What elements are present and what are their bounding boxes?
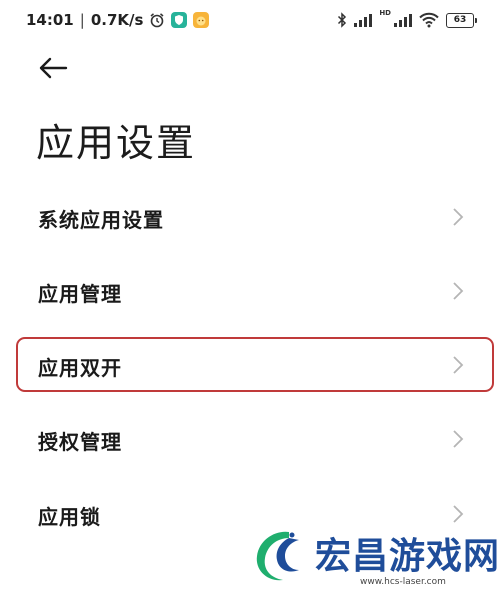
app-notification-icon [193, 12, 210, 28]
menu-item-label: 授权管理 [38, 430, 122, 454]
chevron-right-icon [453, 430, 464, 448]
watermark-url: www.hcs-laser.com [360, 577, 446, 587]
menu-item-label: 应用双开 [38, 356, 122, 380]
back-arrow-icon[interactable] [36, 54, 70, 82]
menu-item-label: 应用锁 [38, 505, 101, 529]
signal-icon [354, 13, 373, 27]
status-bar-right: HD 63 [337, 9, 477, 31]
hd-label: HD [379, 9, 391, 17]
dragon-logo-icon [256, 531, 299, 581]
alarm-icon [150, 13, 164, 28]
chevron-right-icon [453, 505, 464, 523]
status-net-speed: 0.7K/s [90, 11, 144, 29]
status-bar: 14:01 | 0.7K/s HD 63 [0, 0, 500, 40]
menu-item-dual-apps[interactable]: 应用双开 [0, 335, 500, 395]
bluetooth-icon [338, 12, 347, 28]
battery-icon: 63 [446, 12, 477, 28]
status-time: 14:01 [26, 11, 74, 29]
wifi-icon [419, 12, 439, 28]
signal-hd-icon [394, 13, 412, 27]
page-title: 应用设置 [36, 121, 197, 165]
watermark: 宏昌游戏网 www.hcs-laser.com [245, 524, 500, 590]
shield-icon [175, 15, 184, 25]
app-notification-icon [171, 12, 188, 28]
chevron-right-icon [453, 208, 464, 226]
status-bar-left: 14:01 | 0.7K/s [26, 9, 210, 31]
menu-item-label: 应用管理 [38, 282, 122, 306]
menu-item-permissions[interactable]: 授权管理 [0, 409, 500, 469]
menu-item-app-management[interactable]: 应用管理 [0, 261, 500, 321]
menu-item-label: 系统应用设置 [38, 208, 164, 232]
chevron-right-icon [453, 356, 464, 374]
battery-level: 63 [453, 14, 467, 25]
status-separator: | [79, 11, 85, 29]
face-icon [196, 16, 206, 26]
watermark-name: 宏昌游戏网 [315, 536, 500, 577]
menu-item-system-app-settings[interactable]: 系统应用设置 [0, 187, 500, 247]
chevron-right-icon [453, 282, 464, 300]
